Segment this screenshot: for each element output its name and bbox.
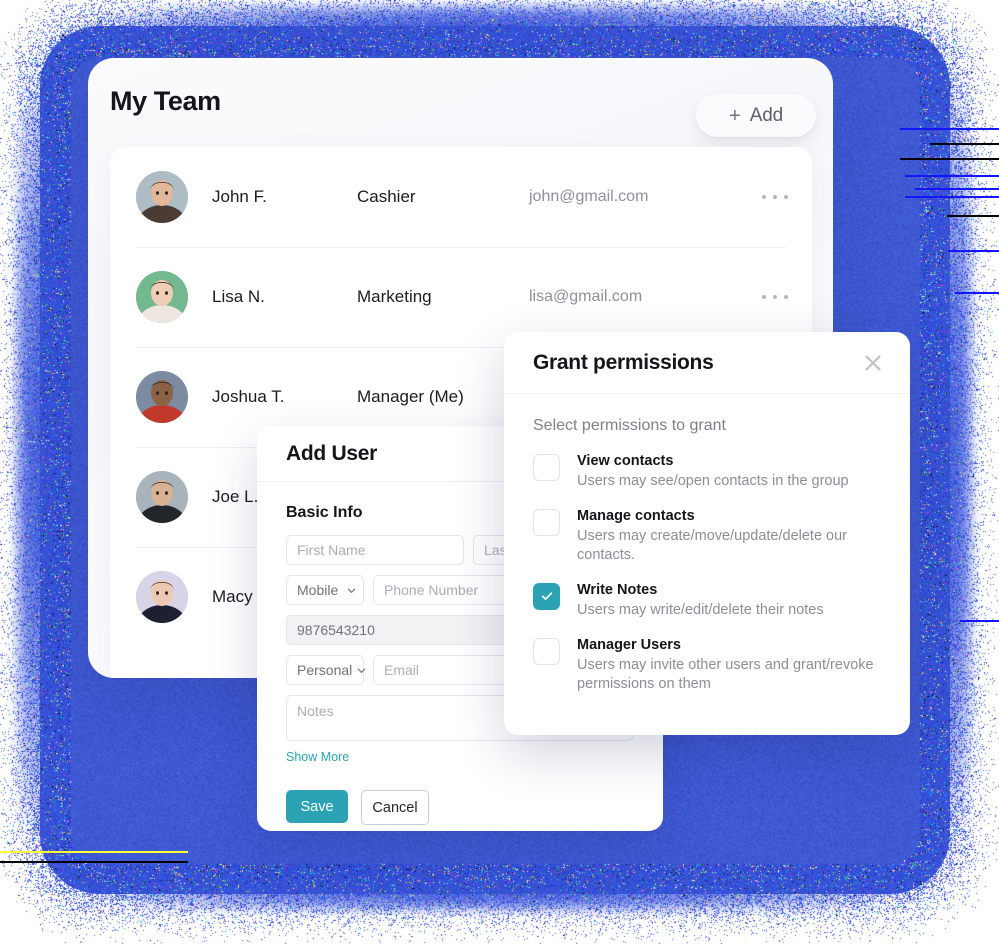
permission-description: Users may see/open contacts in the group [577,473,849,489]
avatar [136,271,188,323]
close-icon[interactable] [862,352,884,374]
permission-item[interactable]: View contacts Users may see/open contacts… [533,453,881,491]
first-name-field[interactable]: First Name [286,535,464,565]
member-role: Marketing [357,287,432,306]
permissions-list: View contacts Users may see/open contacts… [533,453,881,694]
screenshot-stage: My Team + Add John F. Cashier john@gmail.c… [0,0,999,944]
member-name: Lisa N. [212,287,265,306]
email-type-value: Personal [297,662,353,678]
permission-item[interactable]: Manage contacts Users may create/move/upd… [533,508,881,565]
email-type-select[interactable]: Personal [286,655,366,685]
member-name: John F. [212,187,267,206]
permission-label: Write Notes [577,581,658,598]
cancel-button[interactable]: Cancel [361,790,429,825]
permission-checkbox[interactable] [533,582,560,610]
permission-label: View contacts [577,453,674,469]
permission-label: Manage contacts [577,507,695,524]
permission-description: Users may create/move/update/delete our … [577,527,847,563]
member-role: Cashier [357,187,416,206]
phone-type-select[interactable]: Mobile [286,575,364,605]
check-icon [541,592,552,601]
avatar [136,171,188,223]
member-email: john@gmail.com [529,188,649,205]
permission-checkbox[interactable] [533,454,560,481]
chevron-down-icon [347,588,356,593]
member-name: Joshua T. [212,387,285,406]
add-user-title: Add User [286,441,377,465]
permission-checkbox[interactable] [533,637,560,665]
permission-checkbox[interactable] [533,508,560,536]
grant-permissions-title: Grant permissions [533,350,714,374]
show-more-link[interactable]: Show More [286,750,634,764]
avatar [136,371,188,423]
permission-item[interactable]: Write Notes Users may write/edit/delete t… [533,582,881,620]
avatar [136,471,188,523]
more-options-icon[interactable] [762,187,788,207]
permission-description: Users may write/edit/delete their notes [577,601,824,618]
add-button-label: Add [749,104,783,126]
phone-type-value: Mobile [297,582,339,598]
permission-item[interactable]: Manager Users Users may invite other user… [533,637,881,694]
page-title: My Team [110,86,221,116]
save-button[interactable]: Save [286,790,348,823]
grant-permissions-header: Grant permissions [504,332,910,394]
table-row[interactable]: John F. Cashier john@gmail.com [110,147,812,247]
plus-icon: + [729,104,741,127]
member-email: lisa@gmail.com [529,288,643,305]
permission-description: Users may invite other users and grant/r… [577,656,874,692]
permission-label: Manager Users [577,636,681,653]
add-user-button[interactable]: + Add [696,94,816,137]
grant-permissions-subtitle: Select permissions to grant [533,417,726,434]
chevron-down-icon [358,668,366,673]
more-options-icon[interactable] [762,287,788,307]
grant-permissions-modal: Grant permissions Select permissions to … [504,332,910,735]
grant-permissions-body: Select permissions to grant View contact… [504,394,910,694]
add-user-actions: Save Cancel [286,790,634,825]
avatar [136,571,188,623]
